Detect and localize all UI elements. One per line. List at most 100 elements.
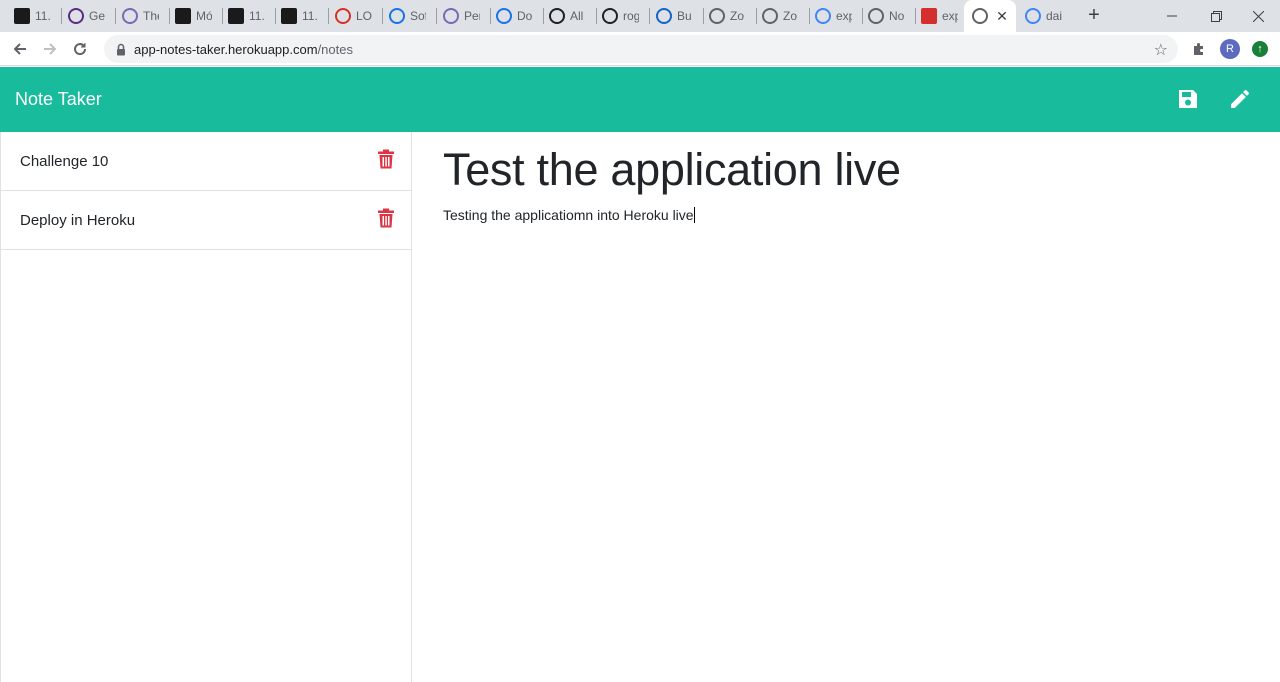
tab-title: Get (89, 9, 105, 23)
restore-icon (1210, 10, 1222, 22)
tab-title: All (570, 9, 584, 23)
tab-separator (915, 8, 916, 24)
tab-separator (649, 8, 650, 24)
download-icon (496, 8, 512, 24)
url-text: app-notes-taker.herokuapp.com/notes (134, 41, 353, 57)
note-list-title[interactable]: Challenge 10 (20, 153, 108, 170)
tab-title: exp (942, 9, 958, 23)
google-icon (1025, 8, 1041, 24)
restore-button[interactable] (1194, 0, 1238, 32)
tab-title: No (889, 9, 905, 23)
browser-tab[interactable]: exp (921, 0, 958, 32)
tab-title: Mó (196, 9, 212, 23)
tab-separator (61, 8, 62, 24)
browser-tab[interactable]: 11. (228, 0, 265, 32)
browser-tab[interactable]: Do (496, 0, 533, 32)
github-icon (602, 8, 618, 24)
save-note-button[interactable] (1175, 86, 1201, 112)
browser-tab[interactable]: Bu (656, 0, 693, 32)
tab-separator (862, 8, 863, 24)
dark-square-icon (281, 8, 297, 24)
text-caret (693, 207, 695, 223)
tab-title: 11. (302, 9, 318, 23)
arrow-right-icon (44, 43, 57, 55)
browser-tab[interactable]: Mó (175, 0, 212, 32)
tab-title: Per (464, 9, 480, 23)
tab-separator (169, 8, 170, 24)
browser-tab[interactable]: exp (815, 0, 852, 32)
browser-tab[interactable]: dai (1025, 0, 1062, 32)
browser-tab[interactable]: Zo (762, 0, 799, 32)
browser-toolbar: app-notes-taker.herokuapp.com/notes ☆ R … (0, 32, 1280, 66)
app-brand[interactable]: Note Taker (15, 89, 102, 110)
tab-title: LO (356, 9, 372, 23)
browser-tab[interactable]: 11. (14, 0, 51, 32)
tab-title: dai (1046, 9, 1062, 23)
tab-title: 11. (35, 9, 51, 23)
profile-avatar[interactable]: R (1220, 39, 1240, 59)
tab-separator (115, 8, 116, 24)
arrow-left-icon (13, 43, 26, 55)
update-arrow-icon[interactable]: ↑ (1252, 41, 1268, 57)
tab-title: Do (517, 9, 533, 23)
reload-button[interactable] (68, 37, 92, 61)
extensions-puzzle-icon[interactable] (1189, 39, 1209, 59)
browser-tab[interactable]: Sof (389, 0, 426, 32)
dark-square-icon (175, 8, 191, 24)
tab-title: 11. (249, 9, 265, 23)
info-icon (389, 8, 405, 24)
minimize-button[interactable] (1150, 0, 1194, 32)
tab-title: The (143, 9, 159, 23)
reload-icon (74, 43, 87, 56)
tab-separator (543, 8, 544, 24)
browser-tab[interactable]: rog (602, 0, 639, 32)
save-icon (1179, 90, 1197, 108)
list-item[interactable]: Challenge 10 (1, 132, 412, 191)
heroku-icon (122, 8, 138, 24)
dark-square-icon (228, 8, 244, 24)
browser-tab[interactable]: Per (443, 0, 480, 32)
browser-tab[interactable]: 11. (281, 0, 318, 32)
close-icon (1252, 10, 1264, 22)
forward-button[interactable] (38, 37, 62, 61)
note-list-title[interactable]: Deploy in Heroku (20, 212, 135, 229)
tab-separator (809, 8, 810, 24)
note-list: Challenge 10 Deploy in Heroku (0, 132, 412, 682)
tab-title: exp (836, 9, 852, 23)
browser-tab[interactable]: Zo (709, 0, 746, 32)
close-window-button[interactable] (1236, 0, 1280, 32)
globe-icon (868, 8, 884, 24)
app-navbar: Note Taker (0, 67, 1280, 132)
back-button[interactable] (8, 37, 32, 61)
tab-separator (703, 8, 704, 24)
tab-separator (222, 8, 223, 24)
new-tab-button[interactable]: + (1082, 4, 1106, 28)
browser-tab[interactable]: The (122, 0, 159, 32)
tab-title: rog (623, 9, 639, 23)
browser-tab[interactable]: Get (68, 0, 105, 32)
new-note-button[interactable] (1227, 86, 1253, 112)
note-title-input[interactable]: Test the application live (443, 144, 901, 196)
tab-separator (490, 8, 491, 24)
note-textarea[interactable]: Testing the applicatiomn into Heroku liv… (443, 207, 695, 223)
browser-tab[interactable]: LO (335, 0, 372, 32)
tab-title: Zo (783, 9, 798, 23)
bookmark-star-icon[interactable]: ☆ (1154, 40, 1168, 60)
dark-square-icon (14, 8, 30, 24)
heroku-icon (443, 8, 459, 24)
tab-title: Bu (677, 9, 692, 23)
red-square-icon (921, 8, 937, 24)
browser-tab[interactable]: ✕ (964, 0, 1016, 32)
tab-title: Zo (730, 9, 745, 23)
browser-tab[interactable]: All (549, 0, 586, 32)
list-item[interactable]: Deploy in Heroku (1, 191, 412, 250)
trash-icon[interactable] (377, 149, 395, 169)
tab-separator (756, 8, 757, 24)
trash-icon[interactable] (377, 208, 395, 228)
lock-icon (116, 43, 126, 56)
close-tab-icon[interactable]: ✕ (996, 8, 1008, 25)
globe-icon (762, 8, 778, 24)
tab-separator (436, 8, 437, 24)
browser-tab[interactable]: No (868, 0, 905, 32)
address-bar[interactable]: app-notes-taker.herokuapp.com/notes ☆ (104, 35, 1178, 63)
